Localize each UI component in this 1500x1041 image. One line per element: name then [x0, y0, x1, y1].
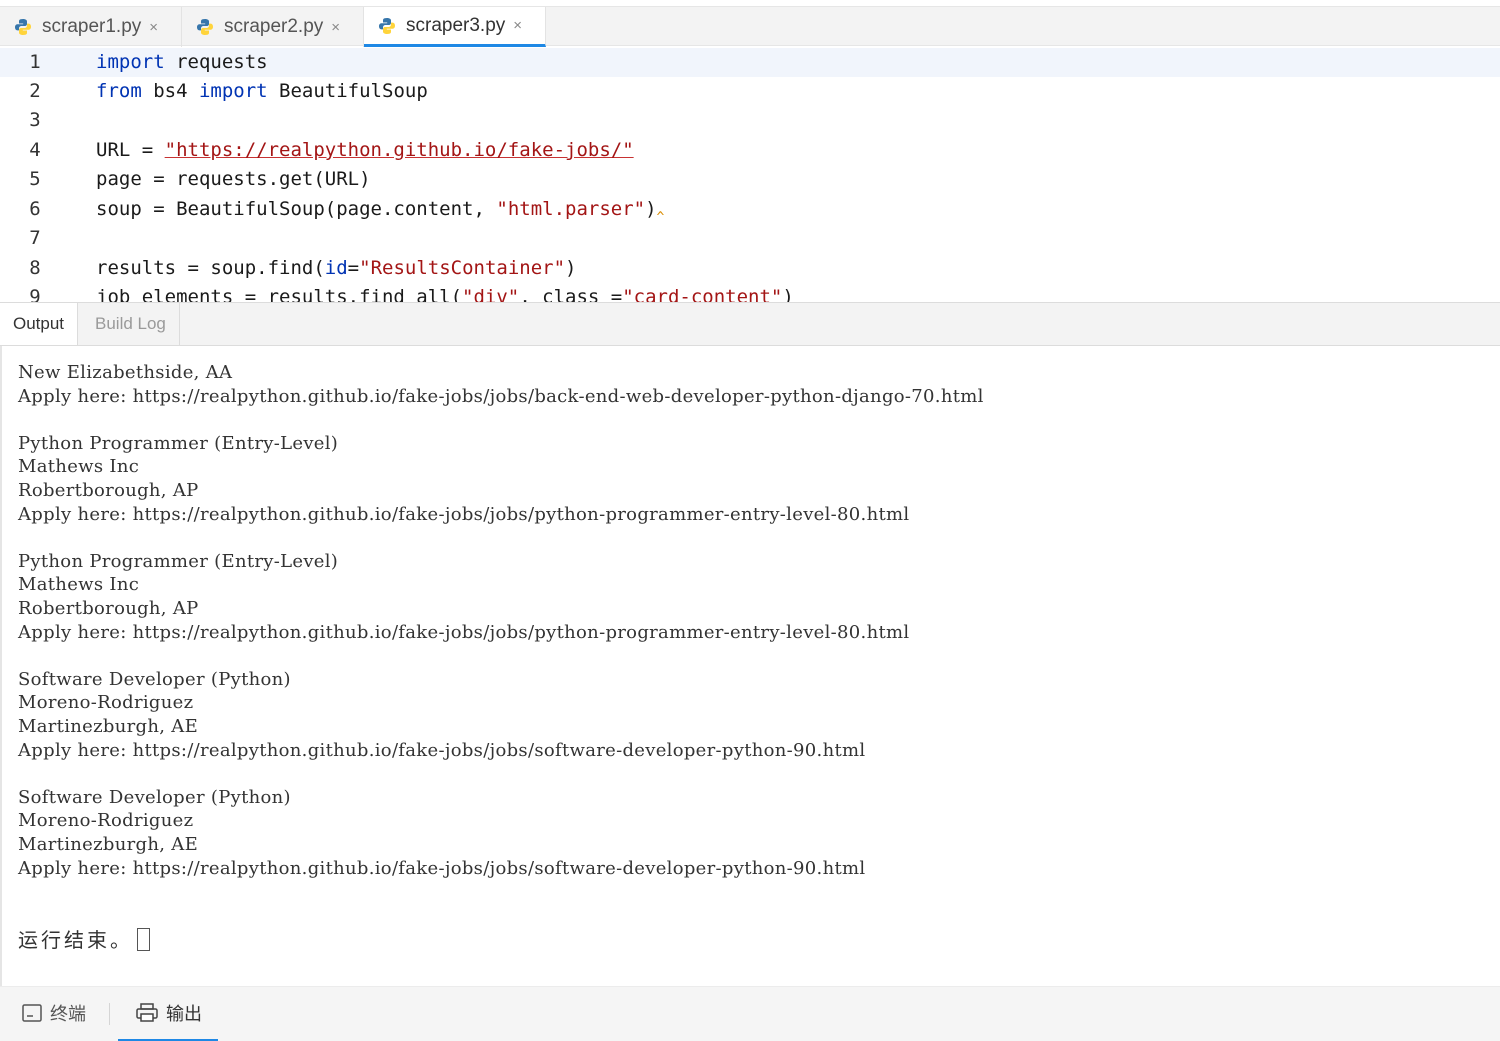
output-line: Martinezburgh, AE [18, 834, 199, 855]
output-line: Robertborough, AP [18, 480, 199, 501]
code-text: URL = [96, 139, 165, 161]
code-text: ) [645, 198, 657, 220]
close-icon[interactable]: × [513, 17, 522, 34]
code-text: BeautifulSoup [267, 80, 428, 102]
code-line[interactable]: 6 soup = BeautifulSoup(page.content, "ht… [0, 195, 1500, 225]
output-line: Python Programmer (Entry-Level) [18, 432, 339, 454]
text-cursor [137, 928, 150, 951]
tab-label: scraper2.py [224, 16, 324, 37]
tab-scraper2[interactable]: scraper2.py × [182, 7, 364, 47]
code-text: = [347, 257, 360, 279]
line-number: 3 [29, 109, 41, 131]
string-literal: "div" [462, 286, 520, 302]
tab-label: scraper3.py [406, 14, 506, 36]
output-line: Moreno-Rodriguez [18, 810, 194, 832]
python-file-icon [196, 18, 214, 36]
keyword: import [96, 51, 165, 73]
code-text: page = requests.get(URL) [96, 168, 371, 190]
tab-terminal-label: 终端 [50, 1004, 86, 1025]
divider [109, 1003, 110, 1025]
ide-window: scraper1.py × scraper2.py × scraper3.py … [0, 0, 1500, 1041]
code-line[interactable]: 5 page = requests.get(URL) [0, 165, 1500, 194]
string-literal: "html.parser" [496, 198, 646, 220]
code-text: requests [164, 51, 268, 73]
panel-tab-bar: Output Build Log [0, 302, 1500, 346]
code-line[interactable]: 9 job_elements = results.find_all("div",… [0, 283, 1500, 302]
python-file-icon [14, 18, 32, 36]
output-line: Python Programmer (Entry-Level) [18, 550, 339, 572]
line-number: 6 [29, 198, 41, 220]
output-line: Martinezburgh, AE [18, 716, 199, 737]
code-text: ) [782, 286, 794, 302]
keyword: from [96, 80, 142, 102]
code-line[interactable]: 1 import requests [0, 48, 1500, 77]
code-line[interactable]: 8 results = soup.find(id="ResultsContain… [0, 254, 1500, 283]
string-literal: "ResultsContainer" [359, 257, 566, 279]
run-finished-text: 运行结束。 [18, 928, 133, 952]
bottom-bar: 终端 输出 [0, 986, 1500, 1041]
output-line: Software Developer (Python) [18, 786, 291, 808]
code-text: , class_= [519, 286, 623, 302]
string-literal: "https://realpython.github.io/fake-jobs/… [164, 139, 634, 161]
tab-scraper3[interactable]: scraper3.py × [364, 7, 546, 47]
code-text: ) [565, 257, 577, 279]
printer-icon [136, 1003, 158, 1022]
line-number: 7 [29, 227, 41, 249]
line-number: 5 [29, 168, 41, 190]
warning-squiggle-icon: ^ [656, 210, 665, 225]
close-icon[interactable]: × [149, 19, 158, 36]
editor-tab-bar: scraper1.py × scraper2.py × scraper3.py … [0, 6, 1500, 47]
output-line: Apply here: https://realpython.github.io… [18, 857, 866, 879]
code-text: bs4 [141, 80, 199, 102]
line-number: 9 [29, 286, 41, 302]
keyword: import [198, 80, 268, 102]
tab-output[interactable]: Output [0, 303, 79, 345]
line-number: 2 [29, 80, 41, 102]
tab-terminal[interactable]: 终端 [22, 987, 86, 1039]
code-line[interactable]: 2 from bs4 import BeautifulSoup [0, 77, 1500, 106]
keyword-argument: id [324, 257, 348, 279]
line-number: 1 [29, 51, 41, 73]
code-text: job_elements = results.find_all( [96, 286, 463, 302]
output-line: Mathews Inc [18, 456, 140, 478]
code-text: results = soup.find( [96, 257, 325, 279]
string-literal: "card-content" [622, 286, 783, 302]
code-line[interactable]: 3 [0, 106, 1500, 135]
output-line: Mathews Inc [18, 574, 140, 596]
output-line: Apply here: https://realpython.github.io… [18, 503, 910, 525]
output-line: Apply here: https://realpython.github.io… [18, 739, 866, 761]
output-line: New Elizabethside, AA [18, 362, 233, 383]
output-console[interactable]: New Elizabethside, AA Apply here: https:/… [0, 346, 1500, 986]
output-line: Apply here: https://realpython.github.io… [18, 621, 910, 643]
tab-scraper1[interactable]: scraper1.py × [0, 7, 182, 47]
tab-label: scraper1.py [42, 16, 142, 37]
output-line: Apply here: https://realpython.github.io… [18, 385, 984, 407]
tab-output-label: 输出 [166, 1004, 202, 1025]
code-text: soup = BeautifulSoup(page.content, [96, 198, 497, 220]
run-finished-line: 运行结束。 [18, 924, 150, 953]
output-line: Moreno-Rodriguez [18, 692, 194, 714]
terminal-icon [22, 1004, 42, 1022]
python-file-icon [378, 17, 396, 35]
output-line: Software Developer (Python) [18, 668, 291, 690]
tab-output-bottom[interactable]: 输出 [118, 987, 218, 1041]
output-line: Robertborough, AP [18, 598, 199, 619]
close-icon[interactable]: × [331, 19, 340, 36]
tab-build-log[interactable]: Build Log [82, 303, 180, 345]
line-number: 4 [29, 139, 41, 161]
line-number: 8 [29, 257, 41, 279]
code-line[interactable]: 4 URL = "https://realpython.github.io/fa… [0, 136, 1500, 165]
code-editor[interactable]: 1 import requests 2 from bs4 import Beau… [0, 47, 1500, 302]
code-line[interactable]: 7 [0, 224, 1500, 253]
